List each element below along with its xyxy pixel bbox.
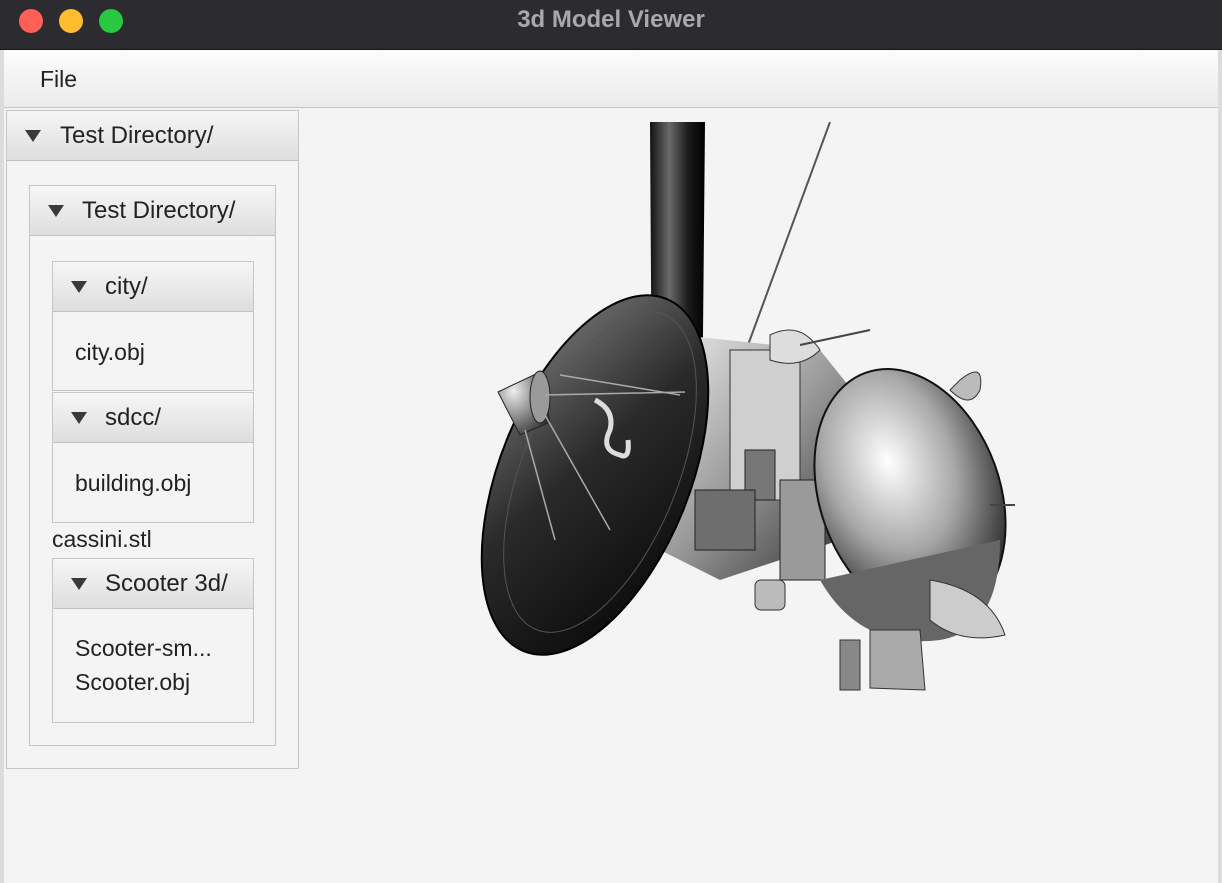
expand-arrow-icon[interactable]: [25, 130, 41, 142]
tree-pane-root-header[interactable]: Test Directory/: [7, 111, 298, 161]
window-right-border: [1218, 50, 1222, 883]
appendage: [869, 629, 926, 691]
tree-folder-sdcc-header[interactable]: sdcc/: [53, 393, 253, 443]
tree-pane-child: Test Directory/ city/ city.obj sdcc/ bui…: [29, 185, 276, 746]
tree-folder-city: city/ city.obj: [52, 261, 254, 391]
antenna-rod: [747, 121, 831, 346]
tree-pane-root-title: Test Directory/: [60, 122, 214, 149]
tree-folder-sdcc-title: sdcc/: [105, 404, 162, 431]
feed-cone-base: [529, 370, 551, 424]
tree-pane-child-header[interactable]: Test Directory/: [30, 186, 275, 236]
appendage: [839, 639, 861, 691]
tree-folder-scooter-header[interactable]: Scooter 3d/: [53, 559, 253, 609]
appendage: [949, 371, 982, 401]
cassini-spacecraft-3d-model[interactable]: [300, 110, 1218, 883]
antenna-rod: [799, 329, 871, 346]
app-window: 3d Model Viewer File Test Directory/ Tes…: [0, 0, 1222, 883]
window-title: 3d Model Viewer: [517, 6, 705, 33]
expand-arrow-icon[interactable]: [71, 412, 87, 424]
tree-file-building-obj[interactable]: building.obj: [75, 470, 191, 497]
tree-file-cassini-stl[interactable]: cassini.stl: [52, 526, 152, 553]
thruster: [754, 579, 786, 611]
tree-pane-root: Test Directory/ Test Directory/ city/ ci…: [6, 110, 299, 769]
tree-file-city-obj[interactable]: city.obj: [75, 339, 145, 366]
tree-folder-city-header[interactable]: city/: [53, 262, 253, 312]
expand-arrow-icon[interactable]: [48, 205, 64, 217]
expand-arrow-icon[interactable]: [71, 578, 87, 590]
tree-folder-scooter: Scooter 3d/ Scooter-sm... Scooter.obj: [52, 558, 254, 723]
menu-bar: File: [4, 50, 1218, 108]
expand-arrow-icon[interactable]: [71, 281, 87, 293]
tree-pane-child-title: Test Directory/: [82, 197, 236, 224]
tree-folder-scooter-title: Scooter 3d/: [105, 570, 228, 597]
tree-folder-city-title: city/: [105, 273, 148, 300]
window-left-border: [0, 50, 4, 883]
tree-file-scooter-sm[interactable]: Scooter-sm...: [75, 635, 212, 662]
tree-file-scooter-obj[interactable]: Scooter.obj: [75, 669, 190, 696]
body-panel: [694, 489, 756, 551]
menu-file[interactable]: File: [40, 66, 77, 93]
tree-folder-sdcc: sdcc/ building.obj: [52, 392, 254, 523]
title-bar[interactable]: 3d Model Viewer: [0, 0, 1222, 50]
model-viewport[interactable]: [300, 110, 1218, 883]
